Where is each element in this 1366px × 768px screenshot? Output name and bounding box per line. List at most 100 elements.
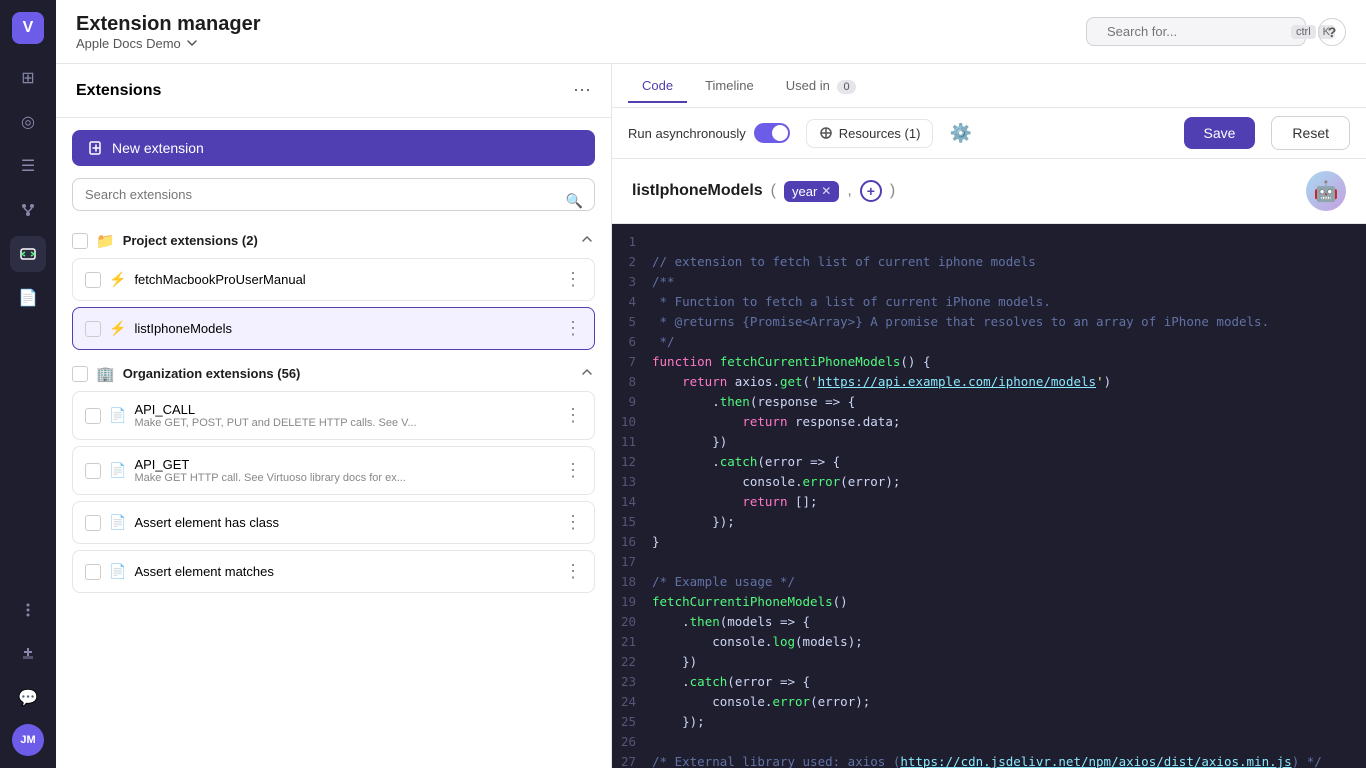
- code-ext-icon[interactable]: [10, 236, 46, 272]
- ext-more-button[interactable]: ⋮: [564, 460, 582, 481]
- code-line: 3 /**: [612, 272, 1366, 292]
- code-line: 15 });: [612, 512, 1366, 532]
- item-checkbox[interactable]: [85, 272, 101, 288]
- code-line: 12 .catch(error => {: [612, 452, 1366, 472]
- top-header: Extension manager Apple Docs Demo ctrl K: [56, 0, 1366, 64]
- search-input[interactable]: [1107, 24, 1283, 39]
- plugin-icon[interactable]: [10, 636, 46, 672]
- settings-button[interactable]: ⚙️: [949, 123, 971, 144]
- comma: ,: [847, 182, 851, 200]
- param-chip[interactable]: year ✕: [784, 181, 839, 202]
- page-title: Extension manager: [76, 13, 261, 36]
- ext-more-button[interactable]: ⋮: [564, 561, 582, 582]
- page-icon[interactable]: 📄: [10, 280, 46, 316]
- group-checkbox[interactable]: [72, 366, 88, 382]
- header-left: Extension manager Apple Docs Demo: [76, 13, 261, 51]
- logo-icon[interactable]: V: [12, 12, 44, 44]
- search-extensions-wrapper: 🔍: [56, 178, 611, 223]
- add-param-button[interactable]: +: [860, 180, 882, 202]
- org-group-icon: 🏢: [96, 365, 115, 383]
- group-checkbox[interactable]: [72, 233, 88, 249]
- close-paren: ): [890, 182, 895, 200]
- tab-code[interactable]: Code: [628, 70, 687, 103]
- code-line: 8 return axios.get('https://api.example.…: [612, 372, 1366, 392]
- list-item[interactable]: ⚡ listIphoneModels ⋮: [72, 307, 595, 350]
- ext-item-icon: 📄: [109, 514, 126, 531]
- list-item[interactable]: ⚡ fetchMacbookProUserManual ⋮: [72, 258, 595, 301]
- git-icon[interactable]: [10, 192, 46, 228]
- item-checkbox[interactable]: [85, 321, 101, 337]
- project-name: Apple Docs Demo: [76, 36, 181, 51]
- code-line: 7 function fetchCurrentiPhoneModels() {: [612, 352, 1366, 372]
- group-header-left: 📁 Project extensions (2): [72, 232, 258, 250]
- run-async-toggle[interactable]: [754, 123, 790, 143]
- item-checkbox[interactable]: [85, 564, 101, 580]
- collapse-project-group-button[interactable]: [579, 231, 595, 250]
- search-ext-icon: 🔍: [566, 192, 583, 209]
- item-checkbox[interactable]: [85, 408, 101, 424]
- content-area: Extensions ⋯ New extension 🔍: [56, 64, 1366, 768]
- grid-icon[interactable]: ⊞: [10, 60, 46, 96]
- code-line: 2 // extension to fetch list of current …: [612, 252, 1366, 272]
- collapse-org-group-button[interactable]: [579, 364, 595, 383]
- toggle-knob: [772, 125, 788, 141]
- search-extensions-input[interactable]: [72, 178, 595, 211]
- project-selector[interactable]: Apple Docs Demo: [76, 36, 261, 51]
- resources-button[interactable]: Resources (1): [806, 119, 934, 148]
- project-extensions-group-header[interactable]: 📁 Project extensions (2): [72, 223, 595, 258]
- code-line: 17: [612, 552, 1366, 572]
- resources-label: Resources (1): [839, 126, 921, 141]
- param-name: year: [792, 184, 817, 199]
- ext-item-icon: 📄: [109, 563, 126, 580]
- new-extension-label: New extension: [112, 140, 204, 156]
- target-icon[interactable]: ◎: [10, 104, 46, 140]
- ext-more-button[interactable]: ⋮: [564, 512, 582, 533]
- ctrl-key: ctrl: [1291, 25, 1316, 39]
- header-right: ctrl K ?: [1086, 17, 1346, 46]
- sidebar-title: Extensions: [76, 82, 161, 100]
- list-item[interactable]: 📄 Assert element matches ⋮: [72, 550, 595, 593]
- list-item[interactable]: 📄 Assert element has class ⋮: [72, 501, 595, 544]
- ext-item-name: listIphoneModels: [134, 321, 556, 336]
- save-button[interactable]: Save: [1184, 117, 1256, 149]
- item-checkbox[interactable]: [85, 515, 101, 531]
- list-icon[interactable]: ☰: [10, 148, 46, 184]
- ext-more-button[interactable]: ⋮: [564, 269, 582, 290]
- help-button[interactable]: ?: [1318, 18, 1346, 46]
- code-line: 23 .catch(error => {: [612, 672, 1366, 692]
- left-navigation: V ⊞ ◎ ☰ 📄 💬 JM: [0, 0, 56, 768]
- ext-item-sub: Make GET, POST, PUT and DELETE HTTP call…: [134, 417, 556, 429]
- tab-timeline[interactable]: Timeline: [691, 70, 768, 103]
- reset-button[interactable]: Reset: [1271, 116, 1350, 150]
- project-group-label: Project extensions (2): [123, 233, 258, 248]
- code-line: 5 * @returns {Promise<Array>} A promise …: [612, 312, 1366, 332]
- chevron-down-icon: [185, 36, 199, 50]
- more-icon[interactable]: [10, 592, 46, 628]
- code-line: 26: [612, 732, 1366, 752]
- org-group-label: Organization extensions (56): [123, 366, 301, 381]
- ext-more-button[interactable]: ⋮: [564, 318, 582, 339]
- remove-param-button[interactable]: ✕: [821, 184, 831, 198]
- chat-icon[interactable]: 💬: [10, 680, 46, 716]
- avatar-placeholder: 🤖: [1306, 171, 1346, 211]
- code-line: 22 }): [612, 652, 1366, 672]
- ext-item-icon: ⚡: [109, 271, 126, 288]
- ext-item-name: Assert element matches: [134, 564, 556, 579]
- code-line: 16 }: [612, 532, 1366, 552]
- global-search[interactable]: ctrl K: [1086, 17, 1306, 46]
- item-checkbox[interactable]: [85, 463, 101, 479]
- code-line: 18 /* Example usage */: [612, 572, 1366, 592]
- tab-used-in[interactable]: Used in 0: [772, 70, 870, 103]
- toolbar: Run asynchronously Resources (1) ⚙️ Save…: [612, 108, 1366, 159]
- new-extension-button[interactable]: New extension: [72, 130, 595, 166]
- list-item[interactable]: 📄 API_CALL Make GET, POST, PUT and DELET…: [72, 391, 595, 440]
- function-avatar: 🤖: [1306, 171, 1346, 211]
- code-editor[interactable]: 1 2 // extension to fetch list of curren…: [612, 224, 1366, 768]
- user-avatar[interactable]: JM: [12, 724, 44, 756]
- list-item[interactable]: 📄 API_GET Make GET HTTP call. See Virtuo…: [72, 446, 595, 495]
- ext-more-button[interactable]: ⋮: [564, 405, 582, 426]
- code-line: 25 });: [612, 712, 1366, 732]
- org-extensions-group-header[interactable]: 🏢 Organization extensions (56): [72, 356, 595, 391]
- ext-item-name: API_CALL: [134, 402, 556, 417]
- sidebar-more-button[interactable]: ⋯: [573, 80, 591, 101]
